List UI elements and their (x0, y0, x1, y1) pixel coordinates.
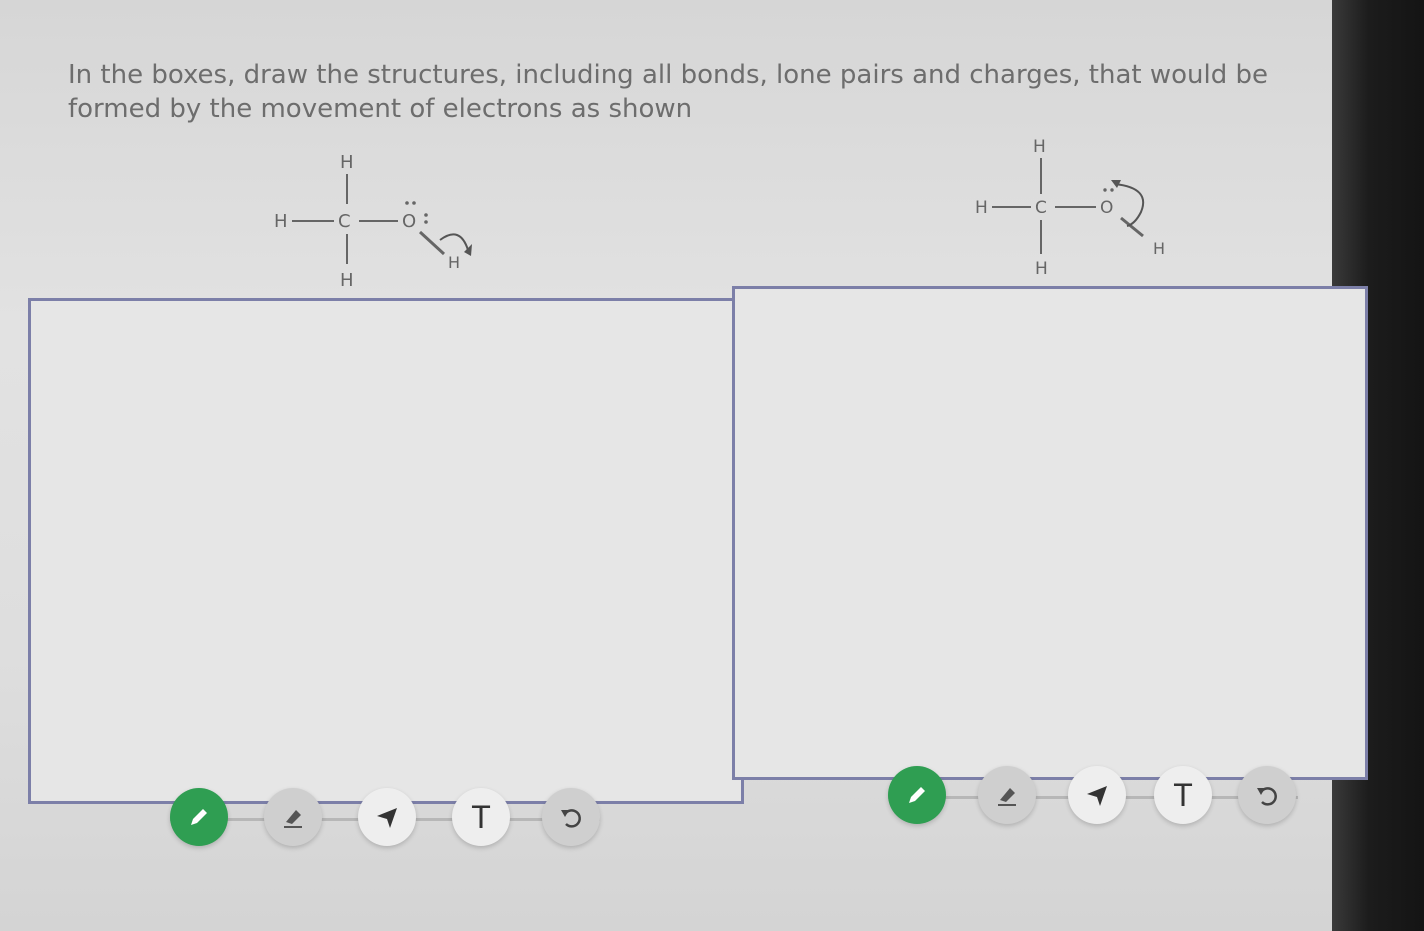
atom-left-h: H (274, 211, 288, 232)
pen-tool-button[interactable] (170, 788, 228, 846)
undo-button[interactable] (542, 788, 600, 846)
atom-carbon: C (338, 211, 351, 232)
pencil-icon (909, 787, 925, 803)
text-tool-button[interactable]: T (452, 788, 510, 846)
atom-carbon: C (1035, 198, 1047, 218)
atom-oxygen: O (402, 211, 416, 232)
eraser-tool-button[interactable] (264, 788, 322, 846)
eraser-tool-button[interactable] (978, 766, 1036, 824)
undo-icon (1257, 787, 1277, 806)
atom-top-h: H (340, 152, 354, 173)
atom-oh-h: H (1153, 239, 1165, 258)
select-tool-button[interactable] (358, 788, 416, 846)
text-tool-label: T (1173, 776, 1193, 813)
atom-oh-h: H (448, 253, 460, 272)
question-prompt: In the boxes, draw the structures, inclu… (68, 60, 1268, 124)
pen-tool-button[interactable] (888, 766, 946, 824)
undo-button[interactable] (1238, 766, 1296, 824)
pencil-icon (191, 809, 207, 825)
atom-bottom-h: H (1035, 259, 1048, 279)
drawing-canvas-right[interactable] (732, 286, 1368, 780)
eraser-icon (284, 810, 302, 828)
atom-oxygen: O (1100, 198, 1113, 218)
drawing-toolbar-right: T (888, 766, 1298, 830)
drawing-toolbar-left: T (170, 788, 600, 852)
molecule-left: H H C O H H (260, 140, 500, 304)
text-tool-button[interactable]: T (1154, 766, 1212, 824)
eraser-icon (998, 788, 1016, 806)
electron-arrow (439, 233, 469, 251)
select-tool-button[interactable] (1068, 766, 1126, 824)
molecule-right: H H C O H H (965, 128, 1205, 292)
text-tool-label: T (471, 798, 491, 835)
electron-arrow (1114, 183, 1145, 227)
atom-bottom-h: H (340, 270, 354, 291)
drawing-canvas-left[interactable] (28, 298, 744, 804)
undo-icon (561, 809, 581, 828)
atom-top-h: H (1033, 137, 1046, 157)
arrow-pointer-icon (1087, 786, 1107, 806)
atom-left-h: H (975, 198, 988, 218)
arrow-pointer-icon (377, 808, 397, 828)
